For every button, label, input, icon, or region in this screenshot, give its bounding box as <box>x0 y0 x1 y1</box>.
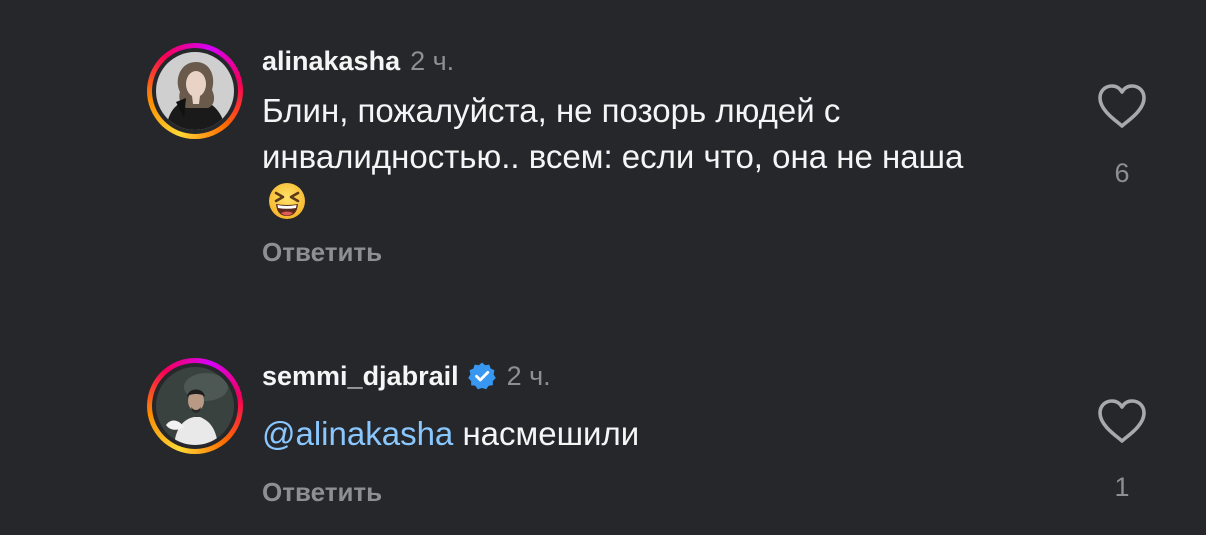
username[interactable]: semmi_djabrail <box>262 361 459 392</box>
heart-icon[interactable] <box>1096 397 1148 445</box>
like-count: 1 <box>1114 472 1130 502</box>
comment-body: насмешили <box>462 415 640 452</box>
like-count: 6 <box>1114 158 1130 188</box>
username[interactable]: alinakasha <box>262 46 400 77</box>
avatar-ring-gap <box>152 363 238 449</box>
reply-button[interactable]: Ответить <box>262 477 382 508</box>
verified-badge-icon <box>467 361 497 391</box>
avatar-story-ring[interactable] <box>147 43 243 139</box>
grinning-squinting-face-icon <box>268 182 306 220</box>
avatar <box>156 52 234 130</box>
mention-link[interactable]: @alinakasha <box>262 415 453 452</box>
heart-icon[interactable] <box>1096 82 1148 130</box>
avatar-photo-graphic <box>156 367 234 445</box>
comment-header: semmi_djabrail 2 ч. <box>262 359 551 393</box>
timestamp: 2 ч. <box>506 360 551 391</box>
comment-text: @alinakasha насмешили <box>262 411 1002 457</box>
avatar <box>156 367 234 445</box>
reply-button[interactable]: Ответить <box>262 237 382 268</box>
comments-thread: alinakasha 2 ч. Блин, пожалуйста, не поз… <box>0 0 1206 535</box>
comment-text: Блин, пожалуйста, не позорь людей с инва… <box>262 88 1002 226</box>
avatar-ring-gap <box>152 48 238 134</box>
timestamp: 2 ч. <box>410 45 455 76</box>
comment-header: alinakasha 2 ч. <box>262 44 454 78</box>
avatar-photo-graphic <box>156 52 234 130</box>
comment-item: semmi_djabrail 2 ч. @alinakasha насмешил… <box>0 355 1206 525</box>
comment-body: Блин, пожалуйста, не позорь людей с инва… <box>262 92 964 175</box>
avatar-story-ring[interactable] <box>147 358 243 454</box>
comment-item: alinakasha 2 ч. Блин, пожалуйста, не поз… <box>0 40 1206 280</box>
